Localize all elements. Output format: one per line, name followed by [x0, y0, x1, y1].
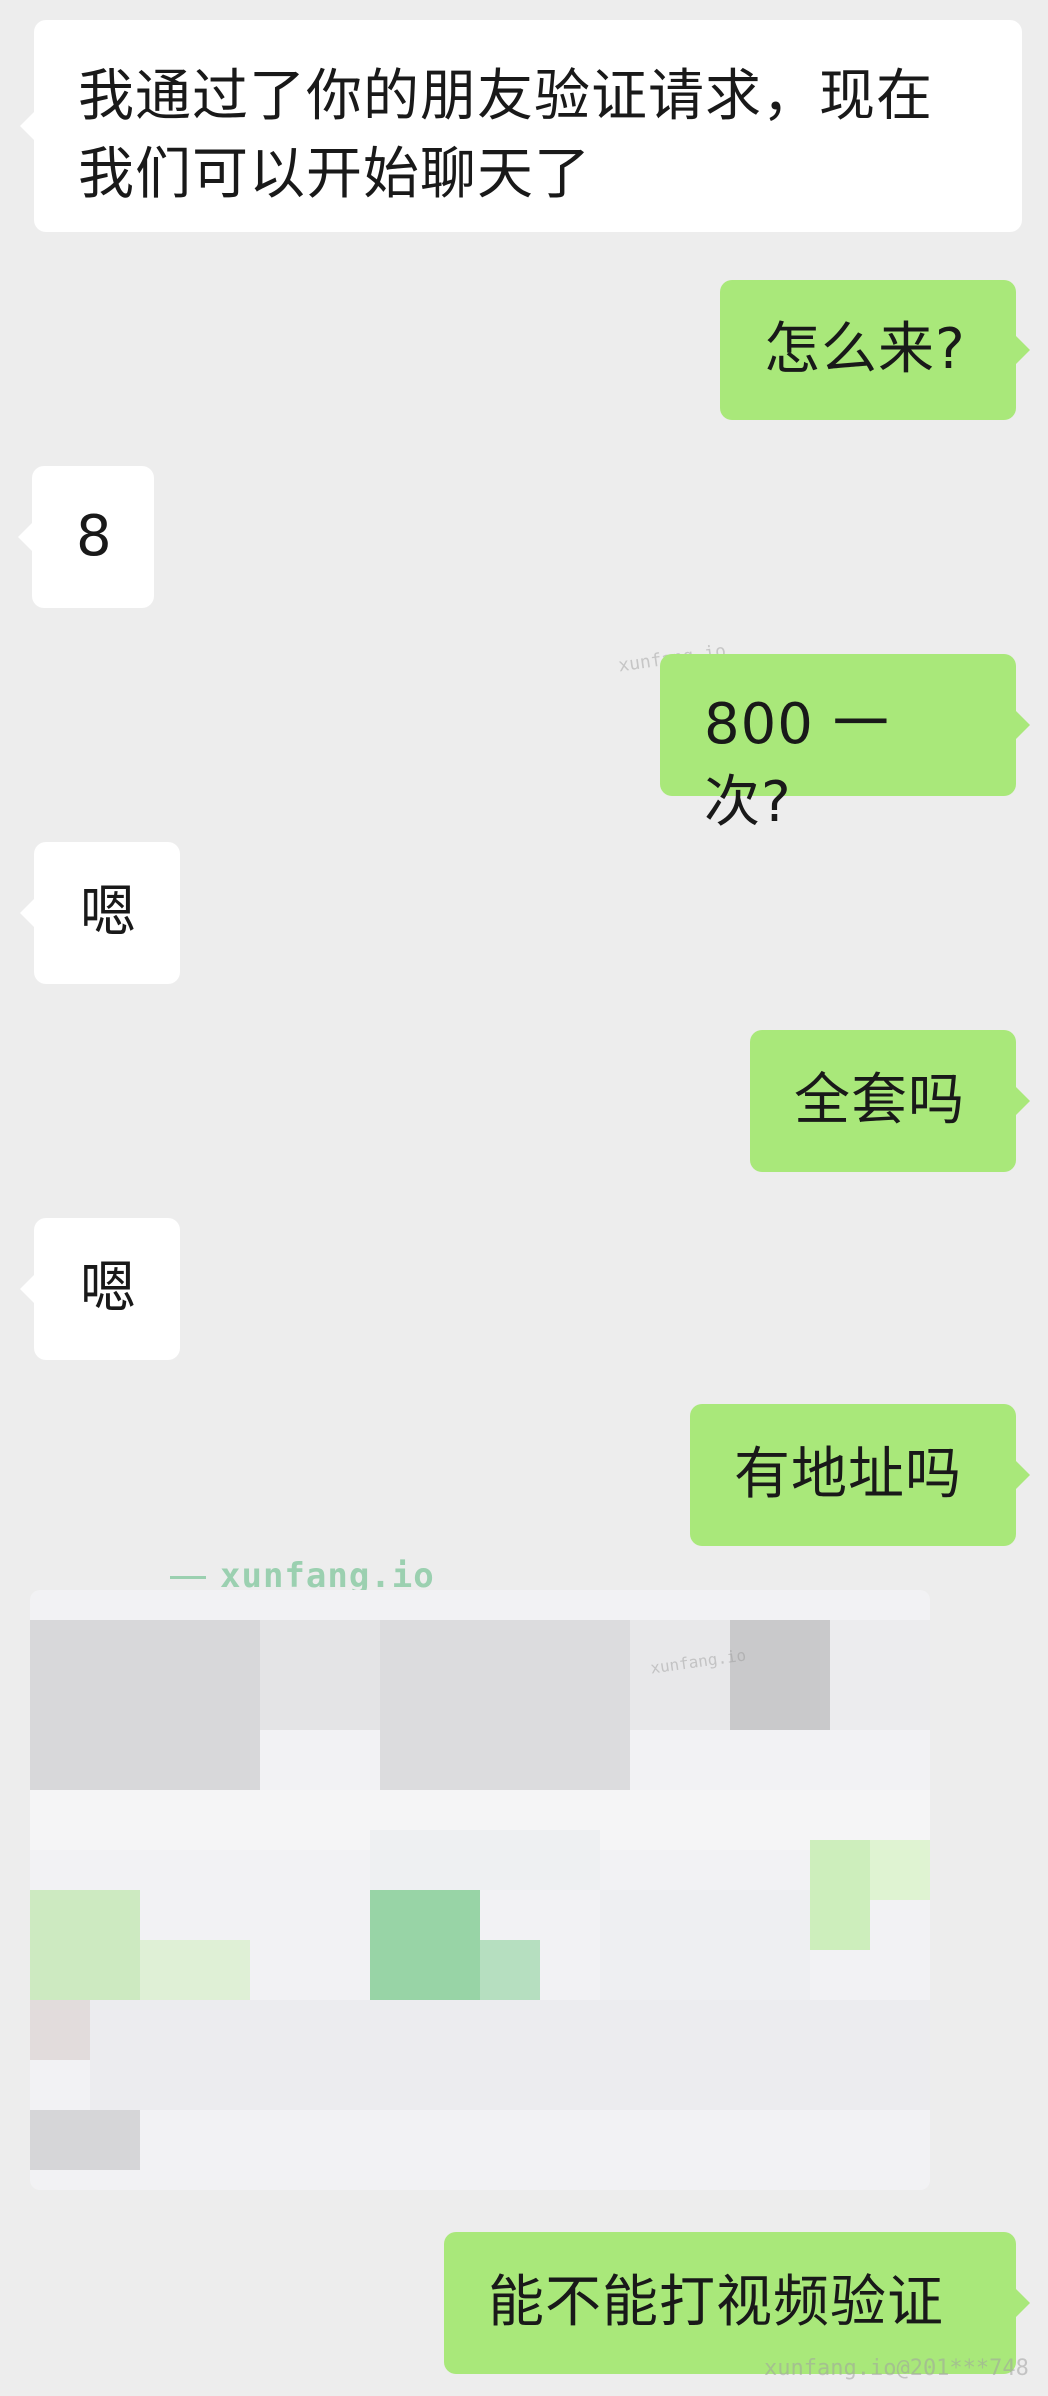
message-text: 8 [76, 504, 113, 569]
bubble-tail [20, 112, 34, 140]
message-bubble-outgoing[interactable]: 怎么来? [720, 280, 1030, 420]
watermark-footer: xunfang.io@201***748 [764, 2356, 1029, 2381]
image-message-pixelated[interactable] [30, 1590, 930, 2190]
message-bubble-incoming[interactable]: 嗯 [20, 1218, 180, 1360]
pixel-block [630, 1620, 730, 1730]
message-text: 怎么来? [764, 317, 966, 382]
pixel-block [870, 1840, 930, 1900]
pixel-block [30, 1620, 260, 1790]
message-bubble-incoming[interactable]: 我通过了你的朋友验证请求，现在 我们可以开始聊天了 [20, 20, 1022, 232]
pixel-block [830, 1620, 930, 1730]
pixel-block [380, 1620, 630, 1790]
message-bubble-outgoing[interactable]: 有地址吗 [690, 1404, 1030, 1546]
message-bubble-outgoing[interactable]: 能不能打视频验证 [444, 2232, 1030, 2374]
message-text: 有地址吗 [734, 1442, 962, 1507]
bubble-tail [1016, 1087, 1030, 1115]
message-text: 能不能打视频验证 [488, 2270, 944, 2335]
bubble-tail [1016, 1461, 1030, 1489]
pixel-block [30, 2110, 140, 2170]
message-text: 全套吗 [794, 1068, 965, 1133]
pixel-block [730, 1620, 830, 1730]
bubble-tail [1016, 2289, 1030, 2317]
bubble-tail [18, 523, 32, 551]
message-text: 800 一次? [704, 692, 890, 835]
pixel-block [30, 2000, 90, 2060]
bubble-tail [1016, 336, 1030, 364]
pixel-block [480, 1940, 540, 2000]
bubble-tail [1016, 711, 1030, 739]
message-bubble-incoming[interactable]: 8 [18, 466, 154, 608]
watermark-dash [170, 1576, 206, 1579]
pixel-block [140, 2110, 930, 2190]
bubble-tail [20, 899, 34, 927]
pixel-block [30, 1890, 140, 2000]
message-text: 嗯 [80, 1256, 137, 1321]
pixel-block [370, 1830, 600, 1890]
message-bubble-outgoing[interactable]: 800 一次? [660, 654, 1030, 835]
pixel-block [370, 1890, 480, 2000]
pixel-block [600, 1890, 810, 2000]
pixel-block [810, 1840, 870, 1950]
pixel-block [140, 1940, 250, 2000]
message-bubble-outgoing[interactable]: 全套吗 [750, 1030, 1030, 1172]
message-text: 我通过了你的朋友验证请求，现在 我们可以开始聊天了 [78, 64, 933, 207]
pixel-block [90, 2000, 930, 2110]
bubble-tail [20, 1275, 34, 1303]
message-text: 嗯 [80, 880, 137, 945]
pixel-block [260, 1620, 380, 1730]
message-bubble-incoming[interactable]: 嗯 [20, 842, 180, 984]
